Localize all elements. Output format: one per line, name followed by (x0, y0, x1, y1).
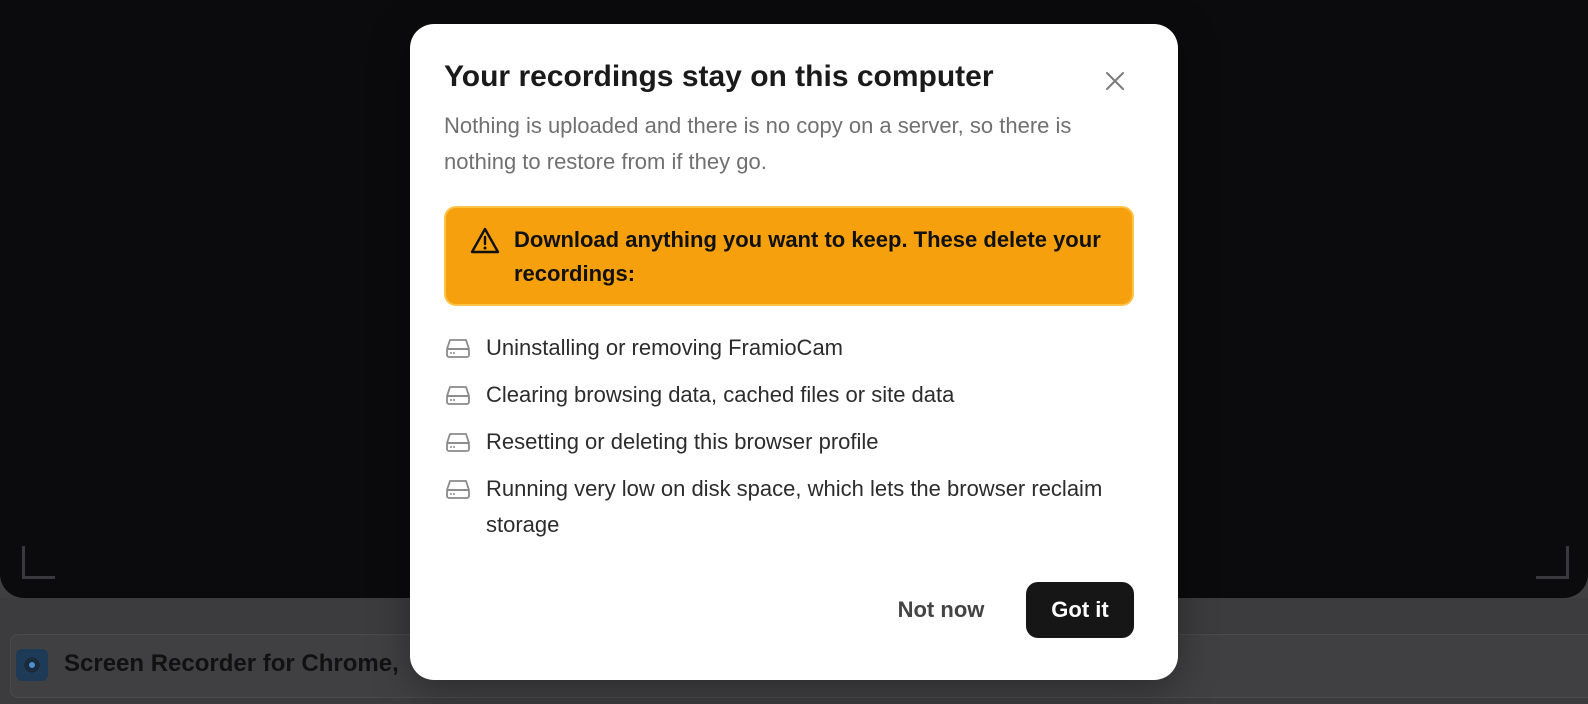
frame-corner-bottom-left (22, 546, 55, 579)
close-icon (1106, 72, 1124, 90)
drive-icon (446, 339, 470, 358)
got-it-button[interactable]: Got it (1026, 582, 1134, 638)
background-tab-title: Screen Recorder for Chrome, (64, 650, 399, 677)
list-item: Uninstalling or removing FramioCam (444, 330, 1144, 366)
list-item-text: Running very low on disk space, which le… (486, 476, 1103, 537)
list-item-text: Resetting or deleting this browser profi… (486, 429, 879, 454)
warning-triangle-icon (470, 227, 500, 254)
recordings-info-dialog: Your recordings stay on this computer No… (410, 24, 1178, 680)
dialog-title: Your recordings stay on this computer (444, 60, 994, 93)
list-item-text: Uninstalling or removing FramioCam (486, 335, 844, 360)
close-button[interactable] (1100, 66, 1130, 96)
drive-icon (446, 480, 470, 499)
warning-text: Download anything you want to keep. Thes… (514, 227, 1101, 286)
warning-banner: Download anything you want to keep. Thes… (444, 206, 1134, 306)
list-item-text: Clearing browsing data, cached files or … (486, 382, 955, 407)
dialog-subtitle: Nothing is uploaded and there is no copy… (444, 113, 1072, 174)
drive-icon (446, 386, 470, 405)
dialog-footer: Not now Got it (410, 582, 1134, 638)
list-item: Running very low on disk space, which le… (444, 471, 1144, 543)
list-item: Clearing browsing data, cached files or … (444, 377, 1144, 413)
deletion-causes-list: Uninstalling or removing FramioCam Clear… (444, 330, 1144, 554)
app-logo-icon (16, 649, 48, 681)
list-item: Resetting or deleting this browser profi… (444, 424, 1144, 460)
frame-corner-bottom-right (1536, 546, 1569, 579)
not-now-button[interactable]: Not now (880, 582, 1002, 638)
drive-icon (446, 433, 470, 452)
